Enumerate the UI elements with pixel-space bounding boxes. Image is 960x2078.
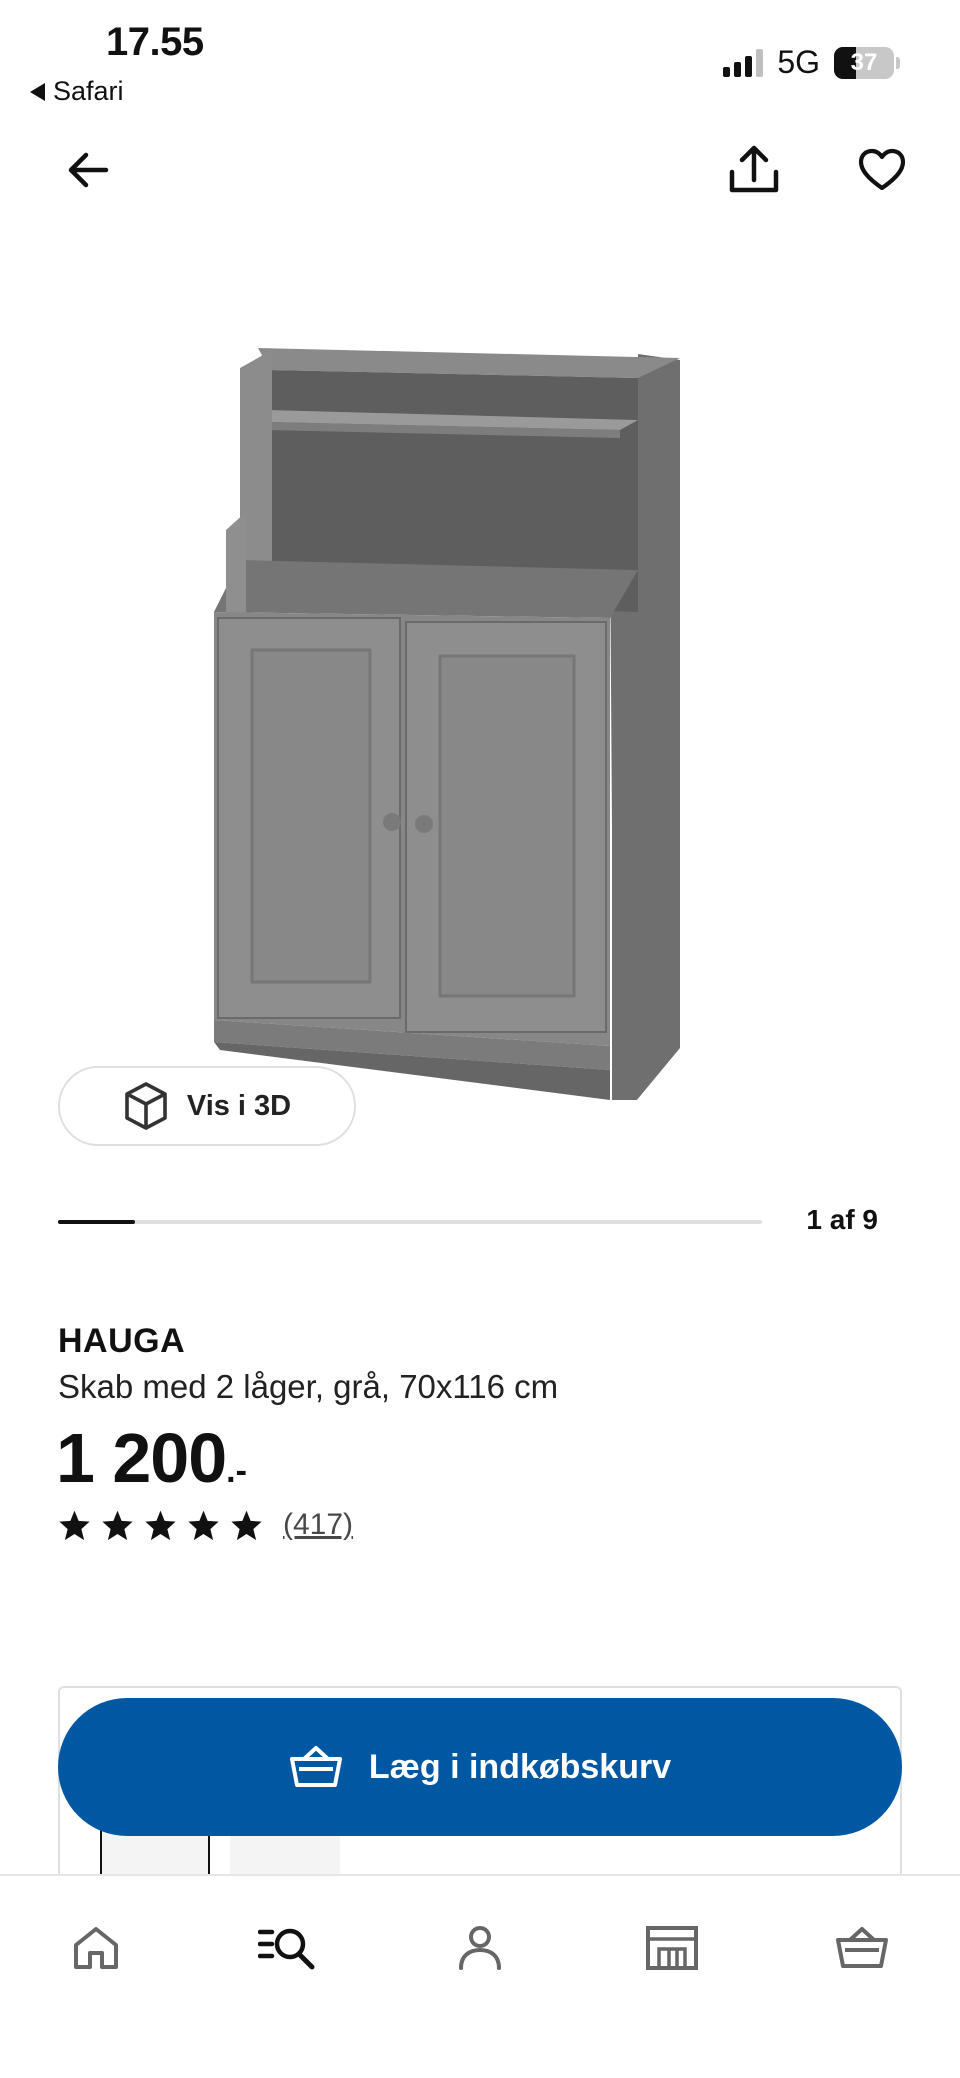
gallery-progress-fill xyxy=(58,1220,135,1224)
star-icon xyxy=(230,1509,263,1541)
rating-stars xyxy=(58,1509,263,1541)
view-3d-label: Vis i 3D xyxy=(187,1090,291,1123)
product-description: Skab med 2 låger, grå, 70x116 cm xyxy=(58,1368,558,1406)
price-suffix: .- xyxy=(226,1452,247,1491)
home-icon xyxy=(72,1925,120,1971)
star-icon xyxy=(144,1509,177,1541)
arrow-left-icon xyxy=(66,148,110,192)
tab-home[interactable] xyxy=(56,1908,136,1988)
basket-icon xyxy=(289,1745,343,1789)
battery-icon: 37 xyxy=(834,47,894,79)
back-button[interactable] xyxy=(52,134,124,206)
share-icon xyxy=(728,144,780,196)
favorite-button[interactable] xyxy=(846,134,918,206)
price-amount: 1 200 xyxy=(56,1418,226,1498)
status-time: 17.55 xyxy=(106,20,204,65)
review-count[interactable]: (417) xyxy=(283,1508,353,1542)
view-3d-button[interactable]: Vis i 3D xyxy=(58,1066,356,1146)
product-image[interactable] xyxy=(200,330,700,1100)
battery-level: 37 xyxy=(834,47,894,79)
bottom-tab-bar xyxy=(0,1874,960,2078)
status-indicators: 5G 37 xyxy=(723,44,900,81)
add-to-cart-button[interactable]: Læg i indkøbskurv xyxy=(58,1698,902,1836)
basket-icon xyxy=(835,1926,889,1970)
network-label: 5G xyxy=(777,44,820,81)
profile-icon xyxy=(457,1924,503,1972)
back-to-safari[interactable]: Safari xyxy=(30,76,124,107)
star-icon xyxy=(187,1509,220,1541)
add-to-cart-label: Læg i indkøbskurv xyxy=(369,1748,671,1787)
gallery-counter: 1 af 9 xyxy=(806,1204,878,1236)
back-triangle-icon xyxy=(30,83,45,101)
gallery-progress xyxy=(58,1220,762,1224)
product-name[interactable]: HAUGA xyxy=(58,1322,185,1361)
tab-store[interactable] xyxy=(632,1908,712,1988)
product-rating[interactable]: (417) xyxy=(58,1508,353,1542)
tab-profile[interactable] xyxy=(440,1908,520,1988)
star-icon xyxy=(58,1509,91,1541)
heart-icon xyxy=(858,148,906,192)
cube-icon xyxy=(123,1081,169,1131)
tab-basket[interactable] xyxy=(822,1908,902,1988)
search-icon xyxy=(258,1924,318,1972)
star-icon xyxy=(101,1509,134,1541)
store-icon xyxy=(645,1925,699,1971)
signal-icon xyxy=(723,49,763,77)
tab-search[interactable] xyxy=(248,1908,328,1988)
back-app-label: Safari xyxy=(53,76,124,107)
battery-nub xyxy=(896,57,900,69)
cabinet-drawing xyxy=(214,348,680,1100)
product-price: 1 200 .- xyxy=(56,1418,247,1498)
share-button[interactable] xyxy=(718,134,790,206)
